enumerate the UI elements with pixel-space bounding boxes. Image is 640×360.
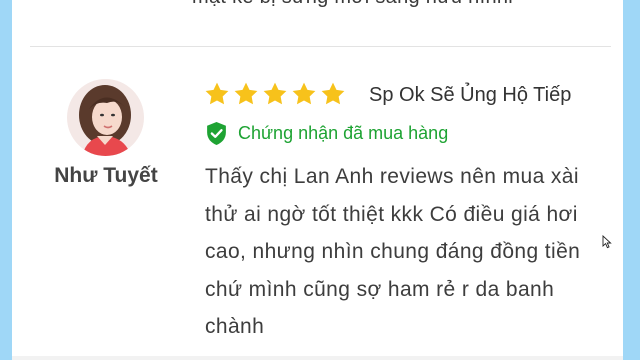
mouse-cursor-icon [602, 235, 612, 249]
verified-purchase-badge: Chứng nhận đã mua hàng [205, 121, 448, 146]
star-icon [292, 82, 316, 105]
avatar [67, 79, 144, 156]
star-icon [263, 82, 287, 105]
left-border [0, 0, 12, 360]
star-rating [204, 81, 346, 107]
review-title: Sp Ok Sẽ Ủng Hộ Tiếp [369, 84, 572, 106]
previous-review-text: mặt kê bị sưng mới sáng hưu hìnhl [192, 0, 513, 9]
star-icon [205, 82, 229, 105]
star-icon [234, 82, 258, 105]
bottom-strip [12, 356, 623, 360]
review-divider [30, 46, 611, 47]
shield-check-icon [207, 122, 226, 145]
review-body: Thấy chị Lan Anh reviews nên mua xài thử… [205, 165, 581, 338]
right-border [623, 0, 640, 360]
review-section: mặt kê bị sưng mới sáng hưu hìnhl Như Tu… [12, 0, 623, 360]
verified-label: Chứng nhận đã mua hàng [238, 123, 449, 143]
star-icon [321, 82, 345, 105]
reviewer-name: Như Tuyết [54, 164, 158, 187]
